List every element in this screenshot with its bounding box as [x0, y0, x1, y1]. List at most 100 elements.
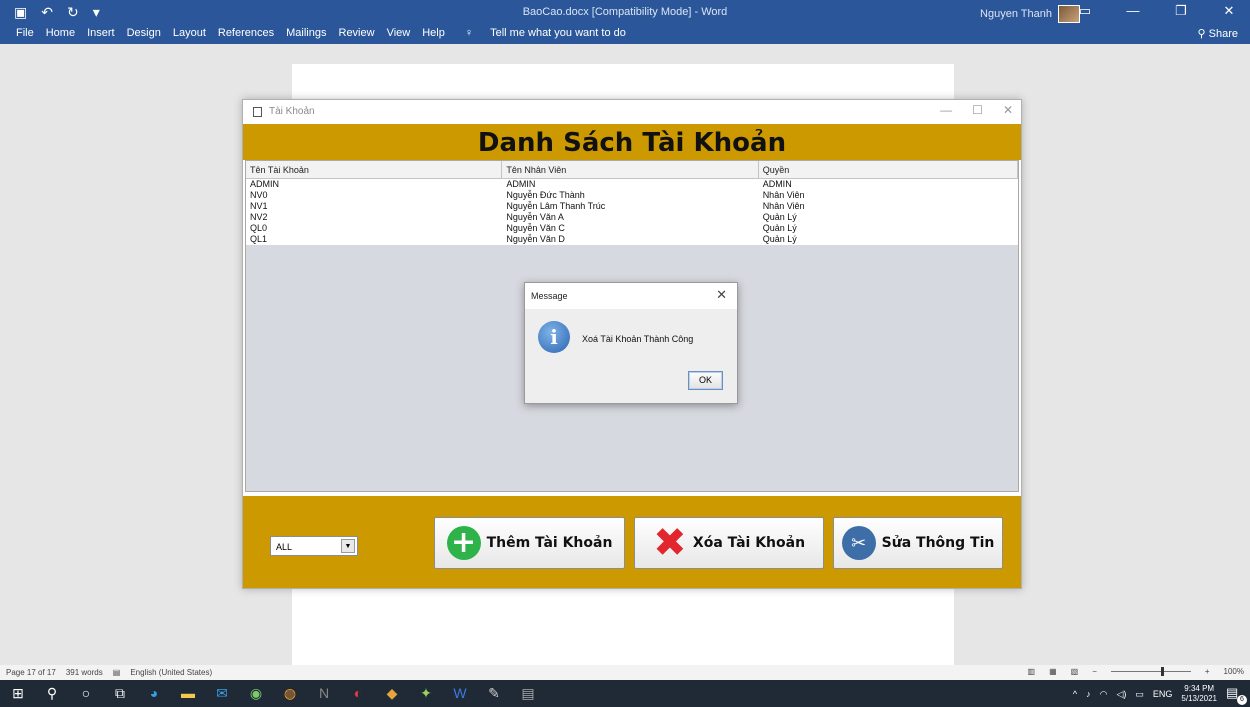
table-row[interactable]: NV0 Nguyễn Đức Thành Nhân Viên	[246, 190, 1018, 201]
cell-account: NV2	[250, 212, 268, 222]
delete-account-button[interactable]: ✖ Xóa Tài Khoản	[634, 517, 824, 569]
cell-employee: Nguyễn Văn A	[506, 212, 564, 222]
close-icon[interactable]: ✕	[1216, 3, 1242, 19]
table-row[interactable]: NV1 Nguyễn Lâm Thanh Trúc Nhân Viên	[246, 201, 1018, 212]
chevron-down-icon[interactable]: ▼	[341, 539, 355, 553]
app-cube-icon[interactable]: ◆	[382, 683, 402, 703]
tab-view[interactable]: View	[381, 27, 417, 39]
tab-help[interactable]: Help	[416, 27, 451, 39]
zoom-slider-thumb[interactable]	[1160, 667, 1164, 676]
message-text: Xoá Tài Khoản Thành Công	[582, 334, 694, 344]
minimize-icon[interactable]: —	[940, 103, 952, 117]
message-dialog-titlebar[interactable]: Message ✕	[525, 283, 737, 309]
tools-icon: ✂	[841, 526, 876, 560]
status-bar: Page 17 of 17 391 words ▤ English (Unite…	[0, 665, 1250, 680]
chrome-icon[interactable]: ◍	[280, 683, 300, 703]
table-row[interactable]: NV2 Nguyễn Văn A Quản Lý	[246, 212, 1018, 223]
message-dialog-title: Message	[531, 291, 568, 301]
close-icon[interactable]: ✕	[1003, 103, 1013, 117]
add-account-label: Thêm Tài Khoản	[486, 535, 613, 551]
table-row[interactable]: ADMIN ADMIN ADMIN	[246, 179, 1018, 190]
page-count[interactable]: Page 17 of 17	[6, 668, 56, 677]
tab-review[interactable]: Review	[333, 27, 381, 39]
tab-layout[interactable]: Layout	[167, 27, 212, 39]
share-button[interactable]: ⚲ Share	[1198, 27, 1238, 40]
volume-icon[interactable]: ◁)	[1116, 689, 1126, 700]
task-view-icon[interactable]: ⧉	[110, 683, 130, 703]
cortana-icon[interactable]: ○	[76, 683, 96, 703]
zoom-out-icon[interactable]: −	[1092, 667, 1097, 676]
edge-icon[interactable]: ◕	[144, 683, 164, 703]
tell-me-search[interactable]: ♀ Tell me what you want to do	[451, 27, 638, 39]
java-app-icon[interactable]: ▤	[518, 683, 538, 703]
onenote-icon[interactable]: N	[314, 683, 334, 703]
column-header-role[interactable]: Quyền	[759, 161, 1019, 178]
tab-references[interactable]: References	[212, 27, 280, 39]
windows-start-icon[interactable]: ⊞	[8, 683, 28, 703]
word-icon[interactable]: W	[450, 683, 470, 703]
tab-file[interactable]: File	[10, 27, 40, 39]
mail-icon[interactable]: ✉	[212, 683, 232, 703]
taskbar: ⊞ ⚲ ○ ⧉ ◕ ▬ ✉ ◉ ◍ N ◐ ◆ ✦ W ✎ ▤ ^ ♪ ◠ ◁)…	[0, 680, 1250, 707]
app-green-icon[interactable]: ◉	[246, 683, 266, 703]
cell-role: Quản Lý	[762, 212, 797, 222]
app-red-icon[interactable]: ◐	[348, 683, 368, 703]
tab-home[interactable]: Home	[40, 27, 81, 39]
chevron-up-icon[interactable]: ^	[1073, 689, 1077, 699]
share-label: Share	[1208, 28, 1238, 40]
person-icon: ⚲	[1197, 28, 1206, 40]
microphone-icon[interactable]: ♪	[1086, 689, 1091, 699]
tab-mailings[interactable]: Mailings	[280, 27, 332, 39]
paint-icon[interactable]: ✎	[484, 683, 504, 703]
zoom-slider[interactable]	[1110, 667, 1191, 676]
account-list-header: Danh Sách Tài Khoản	[243, 124, 1021, 160]
word-count[interactable]: 391 words	[66, 668, 103, 677]
close-icon[interactable]: ✕	[716, 287, 727, 303]
app-puzzle-icon[interactable]: ✦	[416, 683, 436, 703]
action-panel: ALL ▼ + Thêm Tài Khoản ✖ Xóa Tài Khoản ✂…	[243, 496, 1021, 588]
minimize-icon[interactable]: —	[1120, 3, 1146, 19]
action-center-icon[interactable]: ▤ 6	[1226, 685, 1247, 705]
wifi-icon[interactable]: ◠	[1100, 689, 1108, 700]
language-status[interactable]: English (United States)	[130, 668, 212, 677]
add-account-button[interactable]: + Thêm Tài Khoản	[434, 517, 625, 569]
search-icon[interactable]: ⚲	[42, 683, 62, 703]
web-layout-icon[interactable]: ▧	[1071, 667, 1079, 676]
message-dialog-body: i Xoá Tài Khoản Thành Công OK	[525, 309, 737, 403]
zoom-level[interactable]: 100%	[1224, 667, 1244, 676]
user-account[interactable]: Nguyen Thanh	[980, 5, 1080, 23]
ok-button[interactable]: OK	[688, 371, 723, 390]
proofing-icon[interactable]: ▤	[113, 668, 121, 677]
edit-info-button[interactable]: ✂ Sửa Thông Tin	[833, 517, 1003, 569]
account-window-title: Tài Khoản	[269, 106, 315, 117]
tell-me-label: Tell me what you want to do	[490, 27, 626, 39]
tab-insert[interactable]: Insert	[81, 27, 121, 39]
delete-account-label: Xóa Tài Khoản	[692, 535, 806, 551]
cell-employee: Nguyễn Lâm Thanh Trúc	[506, 201, 606, 211]
table-row[interactable]: QL0 Nguyễn Văn C Quản Lý	[246, 223, 1018, 234]
column-header-account[interactable]: Tên Tài Khoản	[246, 161, 503, 178]
battery-icon[interactable]: ▭	[1135, 689, 1144, 700]
tab-design[interactable]: Design	[121, 27, 167, 39]
cell-account: NV1	[250, 201, 268, 211]
message-dialog: Message ✕ i Xoá Tài Khoản Thành Công OK	[524, 282, 738, 404]
restore-icon[interactable]: ❐	[1168, 3, 1194, 19]
ribbon-tabs: File Home Insert Design Layout Reference…	[10, 27, 638, 39]
cell-role: Quản Lý	[762, 223, 797, 233]
table-row[interactable]: QL1 Nguyễn Văn D Quản Lý	[246, 234, 1018, 245]
read-mode-icon[interactable]: ▥	[1028, 667, 1036, 676]
status-left: Page 17 of 17 391 words ▤ English (Unite…	[6, 668, 212, 677]
file-explorer-icon[interactable]: ▬	[178, 683, 198, 703]
column-header-employee[interactable]: Tên Nhân Viên	[502, 161, 759, 178]
print-layout-icon[interactable]: ▦	[1049, 667, 1057, 676]
account-window-titlebar[interactable]: Tài Khoản — ☐ ✕	[243, 100, 1021, 124]
zoom-in-icon[interactable]: +	[1205, 667, 1210, 676]
ribbon-display-icon[interactable]: ▭	[1072, 3, 1098, 19]
input-language[interactable]: ENG	[1153, 689, 1173, 699]
system-tray: ^ ♪ ◠ ◁) ▭ ENG 9:34 PM 5/13/2021 ▤ 6	[1073, 684, 1247, 705]
maximize-icon[interactable]: ☐	[972, 103, 983, 117]
cell-account: NV0	[250, 190, 268, 200]
clock[interactable]: 9:34 PM 5/13/2021	[1181, 684, 1217, 704]
role-filter-select[interactable]: ALL ▼	[270, 536, 358, 556]
cell-employee: Nguyễn Văn C	[506, 223, 565, 233]
